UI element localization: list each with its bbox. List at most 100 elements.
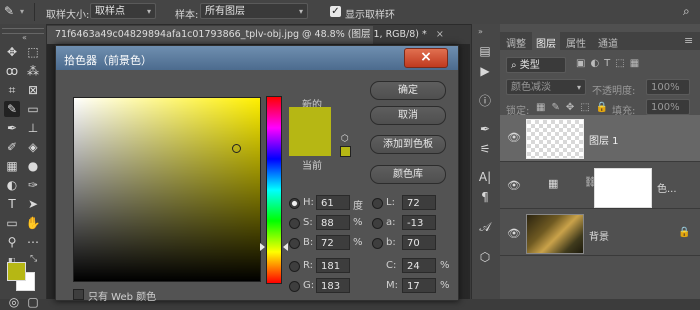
blur-tool-icon[interactable]: ●: [25, 158, 41, 174]
tab-adjustments[interactable]: 调整: [506, 35, 526, 50]
more-tools-icon[interactable]: ⋯: [25, 234, 41, 250]
r-input[interactable]: 181: [316, 258, 350, 273]
sample-size-select[interactable]: 取样点 ▾: [90, 3, 156, 19]
hue-slider-left-arrow[interactable]: [260, 243, 265, 251]
glyphs-panel-icon[interactable]: 𝒜: [478, 220, 492, 234]
search-icon[interactable]: ⌕: [683, 4, 690, 19]
path-selection-icon[interactable]: ➤: [25, 196, 41, 212]
r-radio[interactable]: [289, 261, 300, 272]
layer-name[interactable]: 色...: [657, 180, 677, 195]
c-input[interactable]: 24: [402, 258, 436, 273]
brushes-panel-icon[interactable]: ✒: [478, 122, 492, 136]
crop-tool-icon[interactable]: ⌗: [4, 82, 20, 98]
actions-play-icon[interactable]: ▶: [478, 64, 492, 78]
screen-mode-icon[interactable]: ▢: [25, 294, 41, 310]
show-ring-checkbox[interactable]: ✓: [330, 6, 341, 17]
tab-channels[interactable]: 通道: [598, 35, 618, 50]
layer-row[interactable]: 👁 ▦ ⛓ 色...: [500, 162, 700, 209]
l-radio[interactable]: [372, 198, 383, 209]
marquee-tool-icon[interactable]: ▭: [25, 101, 41, 117]
m-input[interactable]: 17: [402, 278, 436, 293]
h-input[interactable]: 61: [316, 195, 350, 210]
panel-menu-icon[interactable]: ≡: [684, 34, 693, 47]
a-input[interactable]: -13: [402, 215, 436, 230]
frame-tool-icon[interactable]: ⊠: [25, 82, 41, 98]
layer-filter-select[interactable]: ⌕ 类型: [506, 57, 566, 73]
layer-filter-icons[interactable]: ▣◐T⬚▦: [576, 58, 644, 69]
color-field[interactable]: [73, 97, 261, 282]
collapse-icon[interactable]: «: [22, 33, 27, 42]
sample-select[interactable]: 所有图层 ▾: [200, 3, 308, 19]
3d-panel-icon[interactable]: ⬡: [478, 250, 492, 264]
visibility-eye-icon[interactable]: 👁: [507, 227, 521, 240]
gradient-tool-icon[interactable]: ▦: [4, 158, 20, 174]
color-libraries-button[interactable]: 颜色库: [370, 165, 446, 184]
brush-settings-icon[interactable]: ⚟: [478, 142, 492, 156]
lock-icons[interactable]: ▦✎✥⬚🔒: [536, 102, 614, 113]
magic-wand-icon[interactable]: ⁂: [25, 63, 41, 79]
visibility-eye-icon[interactable]: 👁: [507, 179, 521, 192]
shape-tool-icon[interactable]: ▭: [4, 215, 20, 231]
g-radio[interactable]: [289, 281, 300, 292]
hue-slider-right-arrow[interactable]: [283, 243, 288, 251]
eyedropper-tool-icon[interactable]: ✎: [4, 101, 20, 117]
dialog-titlebar[interactable]: 拾色器（前景色） ×: [56, 46, 458, 70]
a-radio[interactable]: [372, 218, 383, 229]
document-tab[interactable]: 71f6463a49c04829894afa1c01793866_tplv-ob…: [47, 26, 444, 44]
info-panel-icon[interactable]: ⓘ: [478, 94, 492, 108]
layer-row[interactable]: 👁 图层 1: [500, 115, 700, 162]
layer-name[interactable]: 图层 1: [589, 132, 619, 147]
character-panel-icon[interactable]: A|: [478, 170, 492, 184]
history-brush-icon[interactable]: ✐: [4, 139, 20, 155]
preset-chevron-icon[interactable]: ▾: [20, 7, 24, 16]
h-radio[interactable]: [289, 198, 300, 209]
pen-tool-icon[interactable]: ✑: [25, 177, 41, 193]
lab-b-radio[interactable]: [372, 238, 383, 249]
move-tool-icon[interactable]: ✥: [4, 44, 20, 60]
swap-colors-icon[interactable]: ⤡: [30, 254, 37, 264]
type-tool-icon[interactable]: T: [4, 196, 20, 212]
g-input[interactable]: 183: [316, 278, 350, 293]
eyedropper-preset-icon[interactable]: ✎: [4, 4, 18, 18]
paragraph-panel-icon[interactable]: ¶: [478, 190, 492, 204]
l-input[interactable]: 72: [402, 195, 436, 210]
eraser-tool-icon[interactable]: ◈: [25, 139, 41, 155]
b-radio[interactable]: [289, 238, 300, 249]
color-field-cursor[interactable]: [232, 144, 241, 153]
dialog-close-button[interactable]: ×: [404, 48, 448, 68]
history-panel-icon[interactable]: ▤: [478, 44, 492, 58]
stamp-tool-icon[interactable]: ⊥: [25, 120, 41, 136]
brush-tool-icon[interactable]: ✒: [4, 120, 20, 136]
web-only-checkbox[interactable]: [73, 289, 84, 300]
layer-row[interactable]: 👁 背景 🔒: [500, 209, 700, 256]
tab-layers[interactable]: 图层: [536, 35, 556, 50]
hand-tool-icon[interactable]: ✋: [25, 215, 41, 231]
dodge-tool-icon[interactable]: ◐: [4, 177, 20, 193]
color-picker-dialog: 拾色器（前景色） × 新的 当前 ⬡ 确定 取消 添加到色板 颜色库 H: 61…: [55, 45, 459, 303]
divider: [34, 3, 35, 21]
foreground-color-swatch[interactable]: [7, 262, 26, 281]
hue-slider[interactable]: [266, 96, 282, 284]
opacity-input[interactable]: 100%: [646, 79, 690, 95]
add-to-swatches-button[interactable]: 添加到色板: [370, 135, 446, 154]
b-input[interactable]: 72: [316, 235, 350, 250]
fill-value: 100%: [651, 102, 680, 113]
ok-button[interactable]: 确定: [370, 81, 446, 100]
lasso-tool-icon[interactable]: ꝏ: [4, 63, 20, 79]
cancel-button[interactable]: 取消: [370, 106, 446, 125]
close-tab-icon[interactable]: ×: [436, 29, 444, 40]
artboard-tool-icon[interactable]: ⬚: [25, 44, 41, 60]
collapse-panels-icon[interactable]: »: [478, 27, 483, 36]
fill-input[interactable]: 100%: [646, 99, 690, 115]
web-safe-swatch[interactable]: [340, 146, 351, 157]
s-input[interactable]: 88: [316, 215, 350, 230]
tab-properties[interactable]: 属性: [566, 35, 586, 50]
out-of-gamut-cube-icon[interactable]: ⬡: [341, 134, 349, 144]
layer-name[interactable]: 背景: [589, 228, 609, 243]
s-radio[interactable]: [289, 218, 300, 229]
zoom-tool-icon[interactable]: ⚲: [4, 234, 20, 250]
lab-b-input[interactable]: 70: [402, 235, 436, 250]
quick-mask-icon[interactable]: ◎: [6, 294, 22, 310]
blend-mode-select[interactable]: 颜色减淡 ▾: [506, 79, 586, 95]
visibility-eye-icon[interactable]: 👁: [507, 131, 521, 144]
